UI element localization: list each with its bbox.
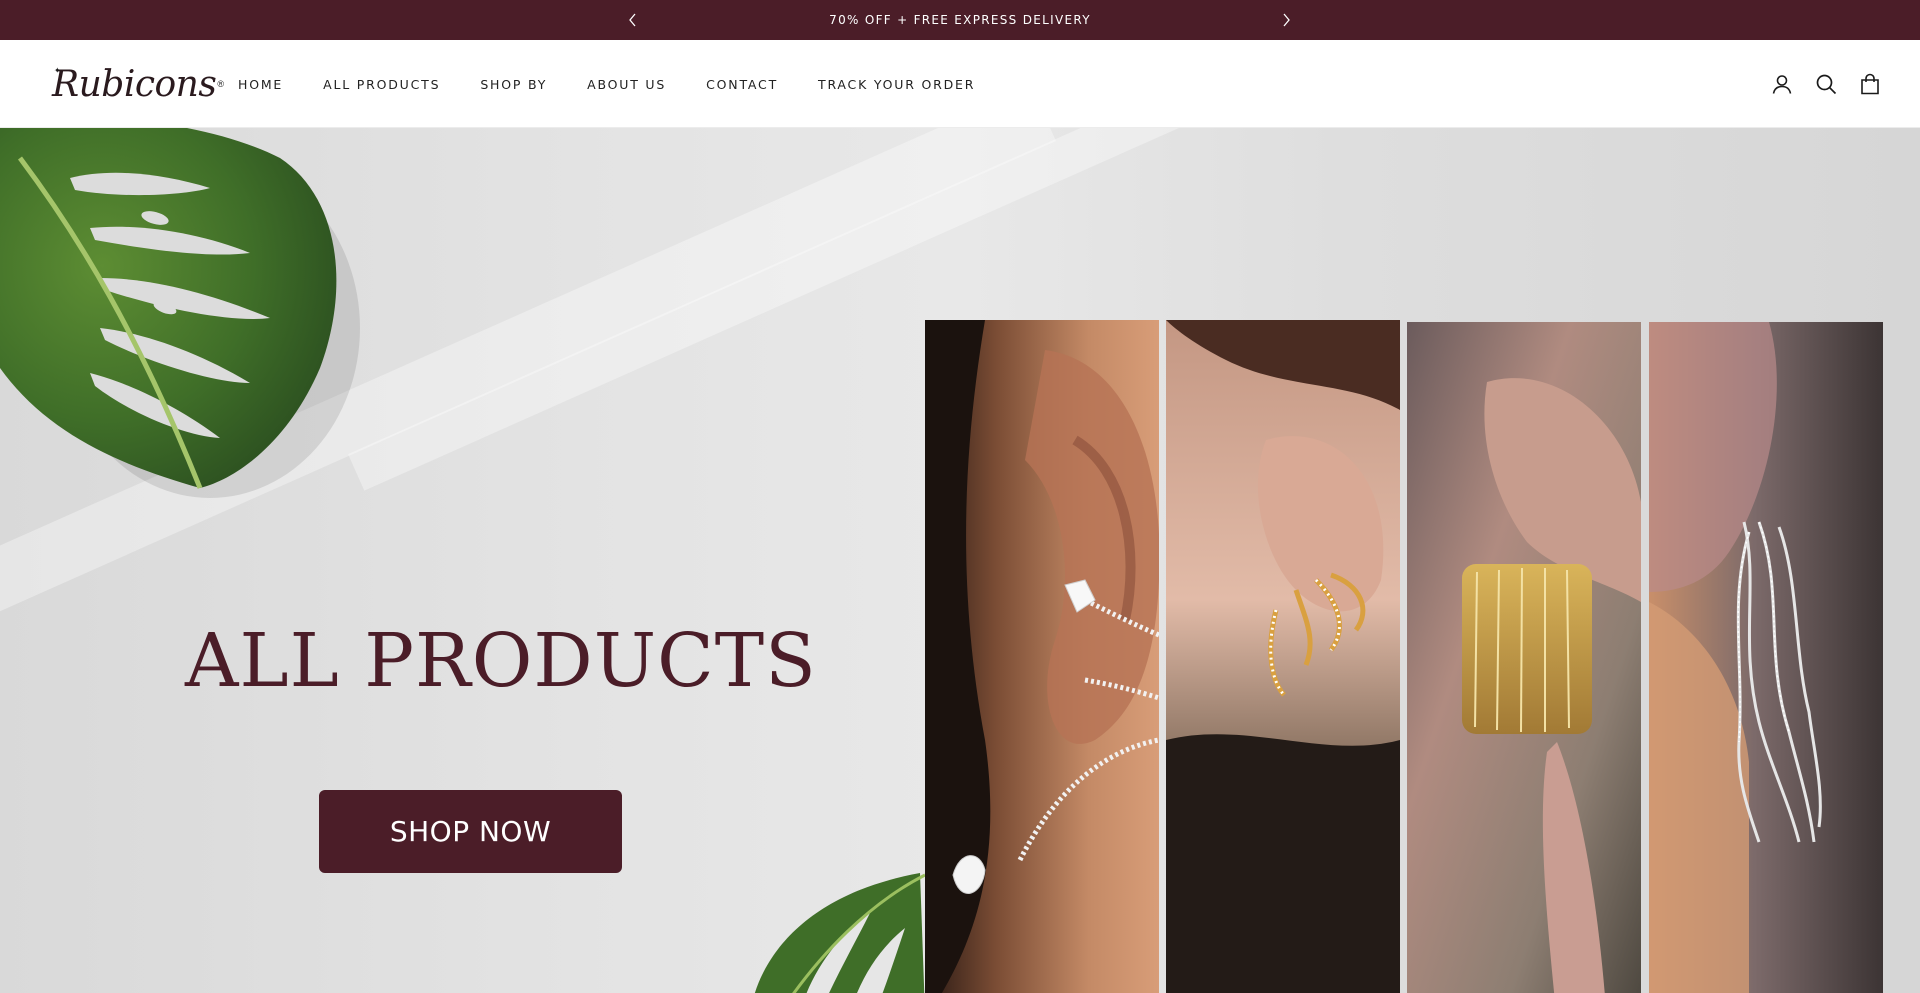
account-icon[interactable]	[1770, 72, 1794, 96]
announcement-bar: 70% OFF + FREE EXPRESS DELIVERY	[0, 0, 1920, 40]
monstera-leaf-bottom-image	[754, 873, 926, 993]
product-photo-panels	[925, 320, 1885, 993]
search-icon[interactable]	[1814, 72, 1838, 96]
ear-cuff-photo[interactable]	[925, 320, 1159, 993]
header-icons	[1770, 72, 1882, 96]
monstera-leaf-image	[0, 128, 360, 498]
brand-logo[interactable]: ✦ Rubicons ®	[52, 62, 224, 106]
shop-now-button[interactable]: SHOP NOW	[319, 790, 622, 873]
nav-all-products[interactable]: ALL PRODUCTS	[323, 77, 440, 92]
chevron-right-icon[interactable]	[1277, 11, 1295, 29]
nav-home[interactable]: HOME	[238, 77, 283, 92]
gold-claw-earrings-photo[interactable]	[1166, 320, 1400, 993]
hero-title: ALL PRODUCTS	[185, 618, 817, 704]
cart-icon[interactable]	[1858, 72, 1882, 96]
silver-tassel-earrings-photo[interactable]	[1649, 322, 1883, 993]
hero-banner: ALL PRODUCTS SHOP NOW	[0, 128, 1920, 993]
site-header: ✦ Rubicons ® HOME ALL PRODUCTS SHOP BY A…	[0, 40, 1920, 128]
nav-track-order[interactable]: TRACK YOUR ORDER	[818, 77, 975, 92]
logo-text: Rubicons	[52, 63, 217, 105]
main-nav: HOME ALL PRODUCTS SHOP BY ABOUT US CONTA…	[238, 40, 1015, 128]
announcement-text: 70% OFF + FREE EXPRESS DELIVERY	[829, 13, 1091, 27]
chevron-left-icon[interactable]	[624, 11, 642, 29]
gold-tassel-earrings-photo[interactable]	[1407, 322, 1641, 993]
nav-shop-by[interactable]: SHOP BY	[480, 77, 547, 92]
nav-about-us[interactable]: ABOUT US	[587, 77, 666, 92]
nav-contact[interactable]: CONTACT	[706, 77, 778, 92]
